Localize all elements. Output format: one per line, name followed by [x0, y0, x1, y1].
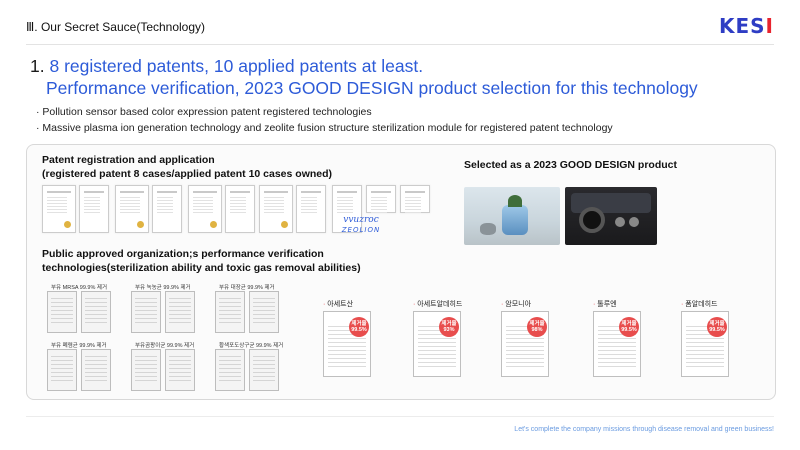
- product-photo: [464, 187, 560, 245]
- cert-document: [47, 291, 77, 333]
- steering-wheel-icon: [579, 207, 605, 233]
- gooddesign-heading: Selected as a 2023 GOOD DESIGN product: [464, 159, 677, 171]
- seal-icon: [64, 221, 71, 228]
- removal-rate-badge: 제거율 93%: [439, 317, 459, 337]
- patent-document: [225, 185, 255, 233]
- headline: 1. 8 registered patents, 10 applied pate…: [30, 55, 698, 99]
- gas-report-title: · 폼알데히드: [681, 301, 718, 308]
- cert-caption: 부유 폐렴균 99.9% 제거: [51, 343, 107, 349]
- cert-document: [81, 349, 111, 391]
- cert-document: [131, 349, 161, 391]
- verification-heading-line2: technologies(sterilization ability and t…: [42, 262, 361, 274]
- gas-report-name: 폼알데히드: [685, 301, 718, 308]
- car-interior-photo: [565, 187, 657, 245]
- headline-line1: 8 registered patents, 10 applied patents…: [49, 56, 424, 76]
- section-title: Ⅲ. Our Secret Sauce(Technology): [26, 20, 206, 34]
- gas-report-title: · 아세트산: [323, 301, 354, 308]
- cert-caption: 부유 대장균 99.9% 제거: [219, 285, 275, 291]
- logo-letter-e: E: [735, 14, 751, 38]
- patent-document: [115, 185, 149, 233]
- patent-document: [259, 185, 293, 233]
- removal-rate-badge: 제거율 98%: [527, 317, 547, 337]
- removal-rate-badge: 제거율 99.5%: [707, 317, 727, 337]
- gas-report-name: 암모니아: [505, 301, 532, 308]
- seal-icon: [210, 221, 217, 228]
- gas-report-name: 아세트알데히드: [417, 301, 463, 308]
- brand-wordmark-1: vvuzroc: [343, 215, 379, 225]
- footer-divider: [26, 416, 774, 417]
- cert-caption: 부유곰팡이균 99.9% 제거: [135, 343, 195, 349]
- air-purifier-icon: [502, 205, 528, 235]
- bullet-list: · Pollution sensor based color expressio…: [36, 104, 613, 136]
- cert-document: [81, 291, 111, 333]
- footer-slogan: Let's complete the company missions thro…: [514, 426, 774, 433]
- patent-document: [42, 185, 76, 233]
- cert-caption: 부유 MRSA 99.9% 제거: [51, 285, 108, 291]
- vent-icon: [615, 217, 625, 227]
- patent-document: [188, 185, 222, 233]
- brand-wordmark-2: ZEOLION: [341, 226, 381, 234]
- header-divider: [26, 44, 774, 45]
- patent-document: [400, 185, 430, 215]
- cert-document: [215, 349, 245, 391]
- cert-document: [165, 349, 195, 391]
- gas-report-name: 톨루엔: [597, 301, 617, 308]
- content-panel: Patent registration and application (reg…: [26, 144, 776, 400]
- logo-letter-i: I: [765, 14, 774, 38]
- patent-document: [296, 185, 326, 233]
- patent-document: [79, 185, 109, 233]
- cert-caption: 황색포도상구균 99.9% 제거: [219, 343, 284, 349]
- cert-document: [131, 291, 161, 333]
- seal-icon: [137, 221, 144, 228]
- gas-report-title: · 아세트알데히드: [413, 301, 463, 308]
- vent-icon: [629, 217, 639, 227]
- gas-report-title: · 암모니아: [501, 301, 532, 308]
- plant-icon: [508, 195, 522, 207]
- gas-report-name: 아세트산: [327, 301, 354, 308]
- logo-letter-k: K: [718, 14, 736, 38]
- cert-document: [249, 291, 279, 333]
- verification-heading: Public approved organization;s performan…: [42, 247, 361, 275]
- patent-heading-line2: (registered patent 8 cases/applied paten…: [42, 168, 333, 180]
- bullet-item: · Massive plasma ion generation technolo…: [36, 122, 613, 134]
- cert-document: [215, 291, 245, 333]
- cert-document: [47, 349, 77, 391]
- cert-caption: 부유 녹농균 99.9% 제거: [135, 285, 191, 291]
- patent-heading: Patent registration and application (reg…: [42, 153, 332, 181]
- kesi-logo: KESI: [719, 14, 774, 38]
- cert-document: [249, 349, 279, 391]
- seal-icon: [281, 221, 288, 228]
- patent-document: [152, 185, 182, 233]
- logo-letter-s: S: [750, 14, 766, 38]
- patent-document: [366, 185, 396, 215]
- patent-heading-line1: Patent registration and application: [42, 154, 215, 166]
- removal-rate-badge: 제거율 99.5%: [349, 317, 369, 337]
- headline-number: 1.: [30, 56, 45, 76]
- bullet-item: · Pollution sensor based color expressio…: [36, 106, 372, 118]
- gas-report-title: · 톨루엔: [593, 301, 617, 308]
- removal-rate-badge: 제거율 99.5%: [619, 317, 639, 337]
- headline-line2: Performance verification, 2023 GOOD DESI…: [46, 78, 698, 98]
- cup-icon: [480, 223, 496, 235]
- cert-document: [165, 291, 195, 333]
- verification-heading-line1: Public approved organization;s performan…: [42, 248, 324, 260]
